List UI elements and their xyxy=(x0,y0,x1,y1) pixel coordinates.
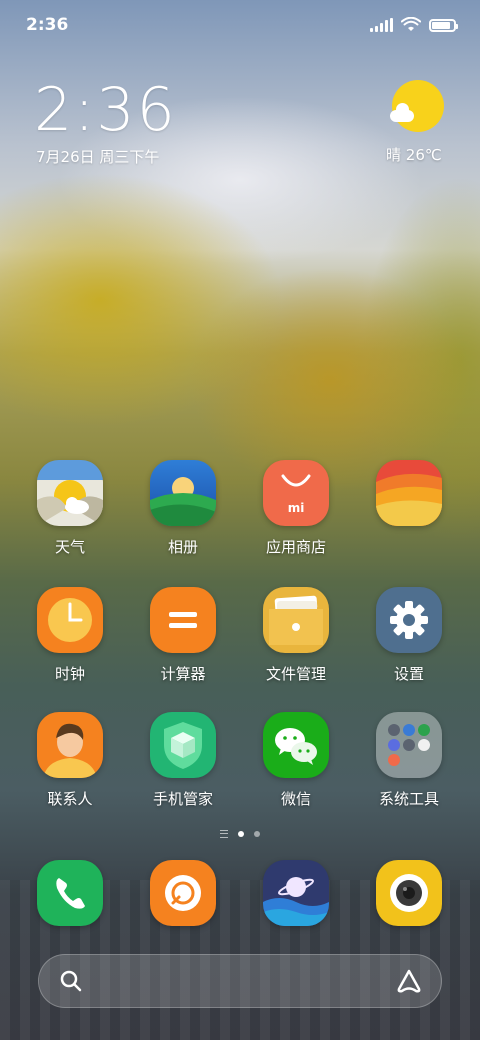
contacts-icon xyxy=(37,712,103,778)
app-label: 时钟 xyxy=(54,665,85,683)
app-calculator[interactable]: 计算器 xyxy=(127,587,239,684)
app-label: 手机管家 xyxy=(152,790,213,808)
wechat-icon xyxy=(263,712,329,778)
app-label: 微信 xyxy=(280,790,311,808)
clock-widget-time[interactable]: 2:36 xyxy=(34,78,177,142)
wifi-icon xyxy=(401,17,421,31)
page-indicator xyxy=(0,830,480,838)
svg-text:mi: mi xyxy=(288,501,305,515)
calculator-icon xyxy=(150,587,216,653)
drawer-indicator-icon xyxy=(220,830,228,838)
app-clock[interactable]: 时钟 xyxy=(14,587,126,684)
camera-icon xyxy=(376,860,442,926)
battery-icon xyxy=(429,19,458,32)
clock-icon xyxy=(37,587,103,653)
dock-browser[interactable] xyxy=(127,860,239,926)
browser-icon xyxy=(150,860,216,926)
app-store-icon: mi xyxy=(263,460,329,526)
app-label: 天气 xyxy=(54,538,85,556)
planet-browser-icon xyxy=(263,860,329,926)
app-system-tools-folder[interactable]: 系统工具 xyxy=(353,712,465,809)
weather-icon xyxy=(37,460,103,526)
search-icon[interactable] xyxy=(59,969,83,993)
search-bar[interactable] xyxy=(38,954,442,1008)
dock-camera[interactable] xyxy=(353,860,465,926)
app-label: 相册 xyxy=(167,538,198,556)
sun-cloud-icon xyxy=(390,80,444,132)
app-label: 应用商店 xyxy=(265,538,326,556)
security-icon xyxy=(150,712,216,778)
app-label: 联系人 xyxy=(47,790,93,808)
app-gallery[interactable]: 相册 xyxy=(127,460,239,557)
status-bar: 2:36 xyxy=(0,0,480,48)
weather-summary: 晴 26℃ xyxy=(386,144,450,165)
weather-condition: 晴 xyxy=(386,146,402,164)
settings-icon xyxy=(376,587,442,653)
dock-planet-browser[interactable] xyxy=(240,860,352,926)
weather-temperature: 26℃ xyxy=(405,146,442,164)
dock-phone[interactable] xyxy=(14,860,126,926)
weather-widget[interactable]: 晴 26℃ xyxy=(380,80,450,165)
phone-icon xyxy=(37,860,103,926)
themes-icon xyxy=(376,460,442,526)
system-tools-folder-icon xyxy=(376,712,442,778)
app-label: 文件管理 xyxy=(265,665,326,683)
app-file-manager[interactable]: 文件管理 xyxy=(240,587,352,684)
app-label: 系统工具 xyxy=(378,790,439,808)
gallery-icon xyxy=(150,460,216,526)
assistant-icon[interactable] xyxy=(395,968,423,994)
app-label: 设置 xyxy=(393,665,424,683)
clock-widget-date[interactable]: 7月26日 周三下午 xyxy=(36,146,159,167)
app-weather[interactable]: 天气 xyxy=(14,460,126,557)
app-themes[interactable] xyxy=(353,460,465,536)
status-time: 2:36 xyxy=(26,15,69,35)
page-dot[interactable] xyxy=(254,831,260,837)
page-dot-active[interactable] xyxy=(238,831,244,837)
signal-icon xyxy=(370,18,393,32)
app-label: 计算器 xyxy=(160,665,206,683)
app-security[interactable]: 手机管家 xyxy=(127,712,239,809)
app-wechat[interactable]: 微信 xyxy=(240,712,352,809)
app-settings[interactable]: 设置 xyxy=(353,587,465,684)
app-app-store[interactable]: mi 应用商店 xyxy=(240,460,352,557)
file-manager-icon xyxy=(263,587,329,653)
app-contacts[interactable]: 联系人 xyxy=(14,712,126,809)
status-icons xyxy=(370,17,458,32)
